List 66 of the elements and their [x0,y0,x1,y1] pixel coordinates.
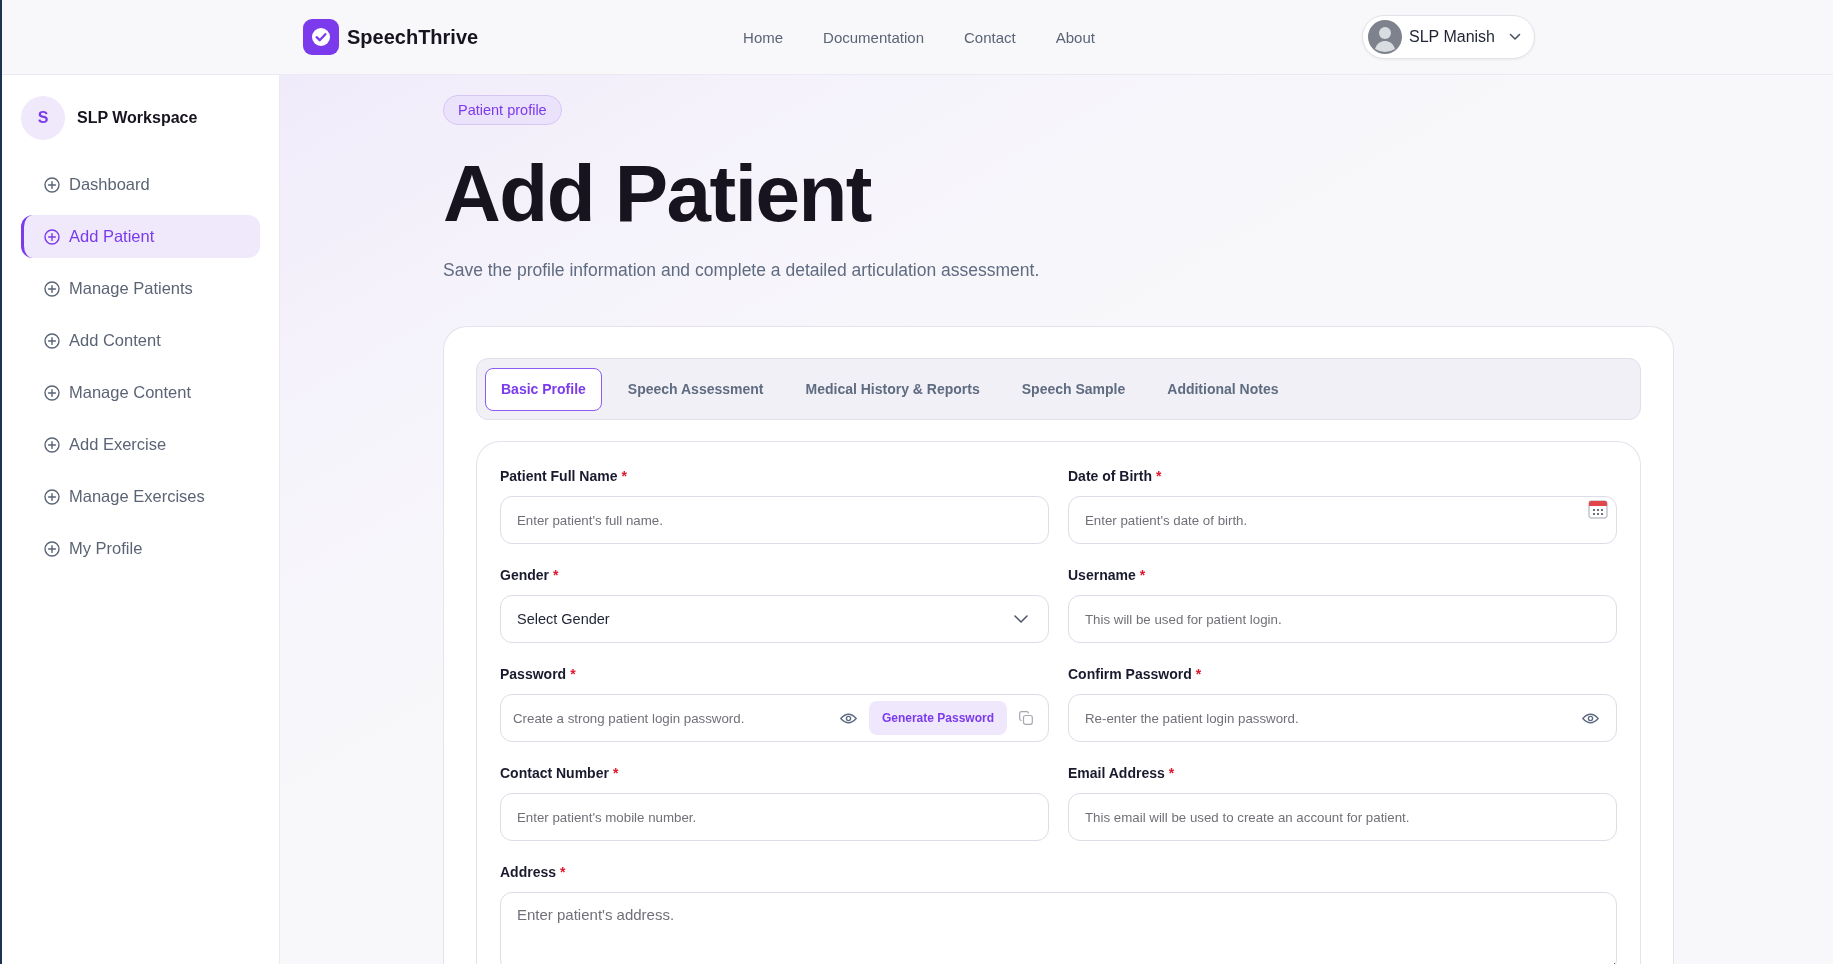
user-menu-button[interactable]: SLP Manish [1362,15,1535,59]
field-label: Gender [500,567,549,583]
tab[interactable]: Medical History & Reports [789,367,996,411]
workspace-name: SLP Workspace [77,109,198,127]
field-label: Address [500,864,557,880]
eye-icon[interactable] [1582,712,1599,724]
password-field[interactable]: Re-enter the patient login password. [1068,694,1617,742]
input-field[interactable]: This email will be used to create an account for patient. [1068,793,1617,841]
required-mark: * [560,864,566,880]
generate-password-button[interactable]: Generate Password [868,701,1007,735]
sidebar-item[interactable]: Add Patient [21,215,260,258]
required-mark: * [553,567,559,583]
sidebar-item[interactable]: Dashboard [21,163,260,206]
plus-circle-icon [44,436,60,453]
required-mark: * [1156,468,1162,484]
calendar-icon[interactable] [1588,499,1608,519]
caret-icon [1509,33,1521,41]
required-mark: * [1139,567,1146,583]
field-label: Email Address [1068,765,1165,781]
workspace-avatar: S [21,96,65,140]
field-label: Confirm Password [1068,666,1192,682]
plus-circle-icon [44,540,60,557]
tab[interactable]: Basic Profile [485,367,602,411]
nav-link[interactable]: Documentation [823,28,924,46]
logo-icon [303,19,339,55]
required-mark: * [612,765,619,781]
required-mark: * [1168,765,1175,781]
page-title: Add Patient [443,154,871,234]
date-field[interactable]: Enter patient's date of birth. [1068,496,1617,544]
eye-icon[interactable] [839,712,857,724]
plus-circle-icon [44,176,60,193]
plus-circle-icon [44,280,60,297]
sidebar-item[interactable]: Add Content [21,319,260,362]
nav-link[interactable]: About [1055,28,1095,46]
input-field[interactable]: Enter patient's full name. [500,496,1049,544]
field-label: Contact Number [500,765,609,781]
input-field[interactable]: This will be used for patient login. [1068,595,1617,643]
chevron-down-icon [1014,615,1028,623]
plus-circle-icon [44,228,60,245]
sidebar-item[interactable]: Manage Patients [21,267,260,310]
required-mark: * [621,468,627,484]
sidebar-item[interactable]: Add Exercise [21,423,260,466]
required-mark: * [570,666,576,682]
sidebar-item[interactable]: My Profile [21,527,260,570]
input-field[interactable]: Enter patient's mobile number. [500,793,1049,841]
field-label: Date of Birth [1068,468,1152,484]
plus-circle-icon [44,384,60,401]
tab[interactable]: Speech Assessment [611,367,780,411]
avatar-icon [1368,20,1402,54]
plus-circle-icon [44,488,60,505]
nav-link[interactable]: Contact [964,28,1016,46]
sidebar-item[interactable]: Manage Exercises [21,475,260,518]
field-label: Patient Full Name [500,468,618,484]
textarea-field[interactable]: Enter patient's address. [500,892,1617,964]
nav-link[interactable]: Home [743,28,784,46]
field-label: Username [1068,567,1136,583]
tab[interactable]: Speech Sample [1005,367,1142,411]
sidebar-item[interactable]: Manage Content [21,371,260,414]
tab[interactable]: Additional Notes [1151,367,1295,411]
brand-name: SpeechThrive [347,25,479,49]
plus-circle-icon [44,332,60,349]
section-badge: Patient profile [443,95,562,125]
dropdown-field[interactable]: Select Gender [500,595,1049,643]
field-label: Password [500,666,567,682]
page-subtitle: Save the profile information and complete a detailed articulation assessment. [443,259,1040,282]
required-mark: * [1195,666,1202,682]
